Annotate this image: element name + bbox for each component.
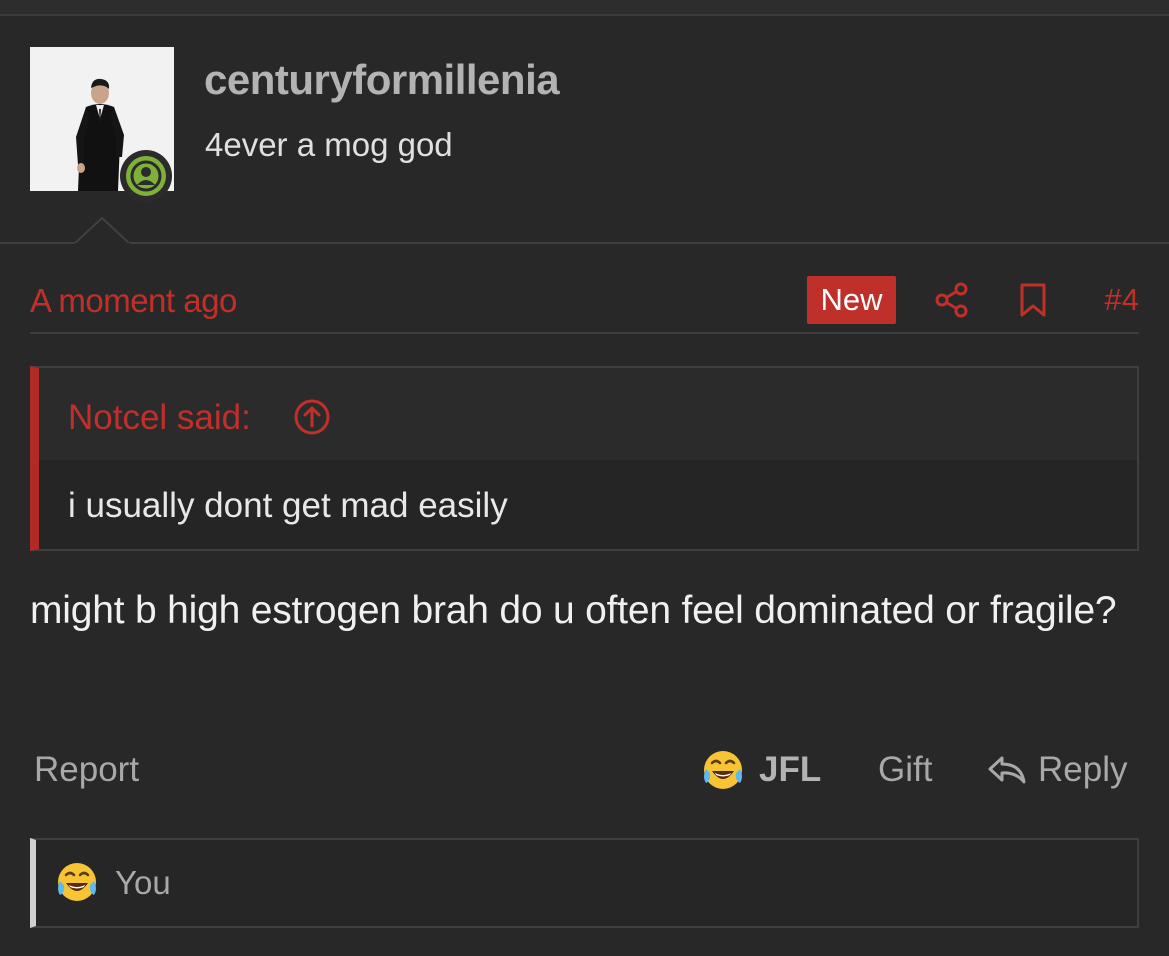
post-user-header: centuryformillenia 4ever a mog god <box>0 18 1169 246</box>
user-title: 4ever a mog god <box>205 126 453 163</box>
forum-post-page: centuryformillenia 4ever a mog god A mom… <box>0 0 1169 956</box>
report-link[interactable]: Report <box>34 750 139 790</box>
header-pointer-arrow <box>74 216 130 246</box>
avatar[interactable] <box>30 47 174 202</box>
arrow-up-circle-icon[interactable] <box>293 398 331 436</box>
tears-of-joy-emoji-icon[interactable] <box>700 747 746 793</box>
post-timestamp[interactable]: A moment ago <box>30 282 237 320</box>
user-online-icon <box>130 160 162 192</box>
quote-body: i usually dont get mad easily <box>39 460 1137 549</box>
reactions-bar[interactable]: You <box>30 838 1139 928</box>
quote-text: i usually dont get mad easily <box>68 486 508 525</box>
gift-button[interactable]: Gift <box>878 750 932 790</box>
reply-button[interactable]: Reply <box>1038 750 1127 790</box>
bookmark-icon[interactable] <box>1018 282 1048 318</box>
post-meta-row: A moment ago New #4 <box>30 276 1139 334</box>
post-number-link[interactable]: #4 <box>1105 282 1139 318</box>
reaction-button[interactable]: JFL <box>759 750 821 790</box>
post-actions-row: Report JFL Gift Reply <box>30 742 1139 802</box>
top-divider <box>0 0 1169 16</box>
quote-author[interactable]: Notcel said: <box>68 398 251 438</box>
quote-block: Notcel said: i usually dont get mad easi… <box>30 366 1139 551</box>
post-message: might b high estrogen brah do u often fe… <box>30 589 1117 632</box>
online-status-badge <box>120 150 172 202</box>
new-badge: New <box>807 276 896 324</box>
reactions-list[interactable]: You <box>115 864 171 902</box>
share-icon[interactable] <box>935 282 969 318</box>
tears-of-joy-emoji-icon <box>58 863 96 901</box>
reply-arrow-icon[interactable] <box>986 752 1028 788</box>
username[interactable]: centuryformillenia <box>204 56 560 104</box>
quote-header: Notcel said: <box>39 368 1137 460</box>
